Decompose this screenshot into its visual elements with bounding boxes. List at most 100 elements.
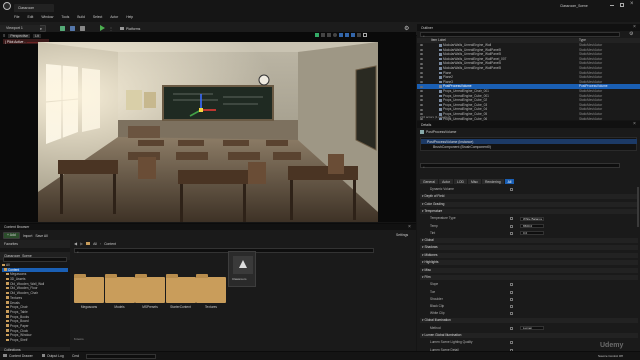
details-property-row[interactable]: Black Clip <box>420 304 638 309</box>
visibility-eye-icon[interactable] <box>420 103 423 106</box>
override-checkbox[interactable] <box>510 188 513 191</box>
rotate-icon[interactable] <box>321 33 325 37</box>
outliner-search-input[interactable]: ⌕ <box>420 32 620 38</box>
visibility-eye-icon[interactable] <box>420 57 423 60</box>
property-value[interactable]: 0.0 <box>520 231 544 236</box>
menu-edit[interactable]: Edit <box>27 15 33 19</box>
folder-tile-icon[interactable] <box>165 274 196 303</box>
forward-arrow-icon[interactable]: ▶ <box>80 241 83 246</box>
play-options-icon[interactable]: ⋮ <box>109 26 113 31</box>
visibility-eye-icon[interactable] <box>420 85 423 88</box>
override-checkbox[interactable] <box>510 326 513 330</box>
property-value[interactable]: Lumen <box>520 326 544 331</box>
details-section-header[interactable]: ▾ Color Grading <box>420 201 638 207</box>
override-checkbox[interactable] <box>510 231 513 235</box>
console-input[interactable] <box>86 353 156 359</box>
details-section-header[interactable]: ▾ Misc <box>420 267 638 273</box>
details-section-header[interactable]: ▾ Global Illumination <box>420 318 638 324</box>
details-section-header[interactable]: ▾ Global <box>420 238 638 243</box>
lit-button[interactable]: Lit <box>33 33 41 38</box>
details-search-input[interactable]: ⌕ <box>420 163 620 169</box>
visibility-eye-icon[interactable] <box>420 53 423 56</box>
level-asset-tile[interactable]: Classroom <box>228 251 256 287</box>
import-button[interactable]: Import <box>23 234 33 238</box>
visibility-eye-icon[interactable] <box>420 44 423 47</box>
override-checkbox[interactable] <box>510 290 513 294</box>
filter-tab-general[interactable]: General <box>420 179 439 184</box>
details-property-row[interactable]: Slope <box>420 282 638 287</box>
details-scrollbar[interactable] <box>637 187 639 227</box>
create-icon[interactable] <box>60 26 65 31</box>
back-arrow-icon[interactable]: ◀ <box>74 241 77 246</box>
menu-select[interactable]: Select <box>93 15 102 19</box>
scale-snap-icon[interactable] <box>351 33 355 37</box>
folder-tile-icon[interactable] <box>74 274 104 303</box>
add-button[interactable]: + Add <box>3 232 20 239</box>
outliner-close-icon[interactable]: × <box>633 24 636 30</box>
override-checkbox[interactable] <box>510 312 513 316</box>
angle-snap-icon[interactable] <box>345 33 349 37</box>
maximize-viewport-icon[interactable] <box>363 33 367 37</box>
details-section-header[interactable]: ▾ Midtones <box>420 252 638 258</box>
scale-icon[interactable] <box>327 33 331 37</box>
details-property-row[interactable]: Tint 0.0 <box>420 231 638 236</box>
cb-settings-button[interactable]: Settings <box>396 233 408 237</box>
override-checkbox[interactable] <box>510 283 513 287</box>
override-checkbox[interactable] <box>510 341 513 345</box>
details-section-header[interactable]: ▾ Lumen Global Illumination <box>420 333 638 338</box>
override-checkbox[interactable] <box>510 224 513 228</box>
filter-tab-actor[interactable]: Actor <box>439 179 453 184</box>
menu-window[interactable]: Window <box>41 15 53 19</box>
platforms-dropdown[interactable]: Platforms <box>120 25 140 32</box>
component-label[interactable]: BrushComponent (BrushComponent0) <box>433 145 491 149</box>
details-property-row[interactable]: Temp 6500.0 <box>420 224 638 229</box>
cinematics-icon[interactable] <box>80 26 85 31</box>
filter-tab-all[interactable]: All <box>504 179 515 184</box>
save-all-button[interactable]: Save All <box>35 234 47 238</box>
path-content[interactable]: Content <box>104 242 116 246</box>
cmd-dropdown[interactable]: Cmd <box>72 354 79 358</box>
details-section-header[interactable]: ▾ Temperature <box>420 209 638 214</box>
details-property-row[interactable]: White Clip <box>420 311 638 316</box>
details-property-row[interactable]: Toe <box>420 290 638 295</box>
visibility-eye-icon[interactable] <box>420 71 423 74</box>
menu-tools[interactable]: Tools <box>61 15 69 19</box>
play-icon[interactable] <box>100 25 105 31</box>
visibility-eye-icon[interactable] <box>420 80 423 83</box>
classroom-scene-render[interactable] <box>38 42 378 222</box>
visibility-eye-icon[interactable] <box>420 99 423 102</box>
visibility-eye-icon[interactable] <box>420 108 423 111</box>
path-all[interactable]: All <box>93 242 97 246</box>
snap-icon[interactable] <box>339 33 343 37</box>
details-property-row[interactable]: Temperature Type White Balance <box>420 216 638 221</box>
folder-tile-icon[interactable] <box>135 274 165 303</box>
details-property-row[interactable]: Dynamic Volume <box>420 187 638 192</box>
visibility-eye-icon[interactable] <box>420 90 423 93</box>
property-value[interactable]: White Balance <box>520 216 544 221</box>
translate-icon[interactable] <box>315 33 319 37</box>
hamburger-icon[interactable]: ≡ <box>3 33 5 38</box>
world-icon[interactable] <box>333 33 337 37</box>
details-property-row[interactable]: Shoulder <box>420 297 638 302</box>
folder-search-input[interactable] <box>3 257 67 262</box>
details-section-header[interactable]: ▾ Highlights <box>420 260 638 266</box>
override-checkbox[interactable] <box>510 297 513 301</box>
details-section-header[interactable]: ▾ Shadows <box>420 245 638 251</box>
property-value[interactable]: 6500.0 <box>520 224 544 228</box>
filter-tab-lod[interactable]: LOD <box>454 179 467 184</box>
level-tab[interactable]: Classroom <box>14 4 54 12</box>
tree-folder[interactable]: Props_Shelf <box>2 338 68 343</box>
asset-search-input[interactable]: ⌕ <box>74 248 374 254</box>
minimize-icon[interactable] <box>610 5 614 6</box>
menu-help[interactable]: Help <box>126 15 133 19</box>
close-icon[interactable]: × <box>630 1 634 7</box>
folder-tile-icon[interactable] <box>196 274 226 303</box>
folder-tile-icon[interactable] <box>104 274 135 303</box>
cb-close-icon[interactable]: × <box>408 224 411 230</box>
filter-tab-rendering[interactable]: Rendering <box>481 179 504 184</box>
visibility-eye-icon[interactable] <box>420 67 423 70</box>
blueprint-icon[interactable] <box>70 26 75 31</box>
visibility-eye-icon[interactable] <box>420 48 423 51</box>
perspective-button[interactable]: Perspective <box>8 33 31 38</box>
settings-gear-icon[interactable]: ⚙ <box>404 25 409 32</box>
